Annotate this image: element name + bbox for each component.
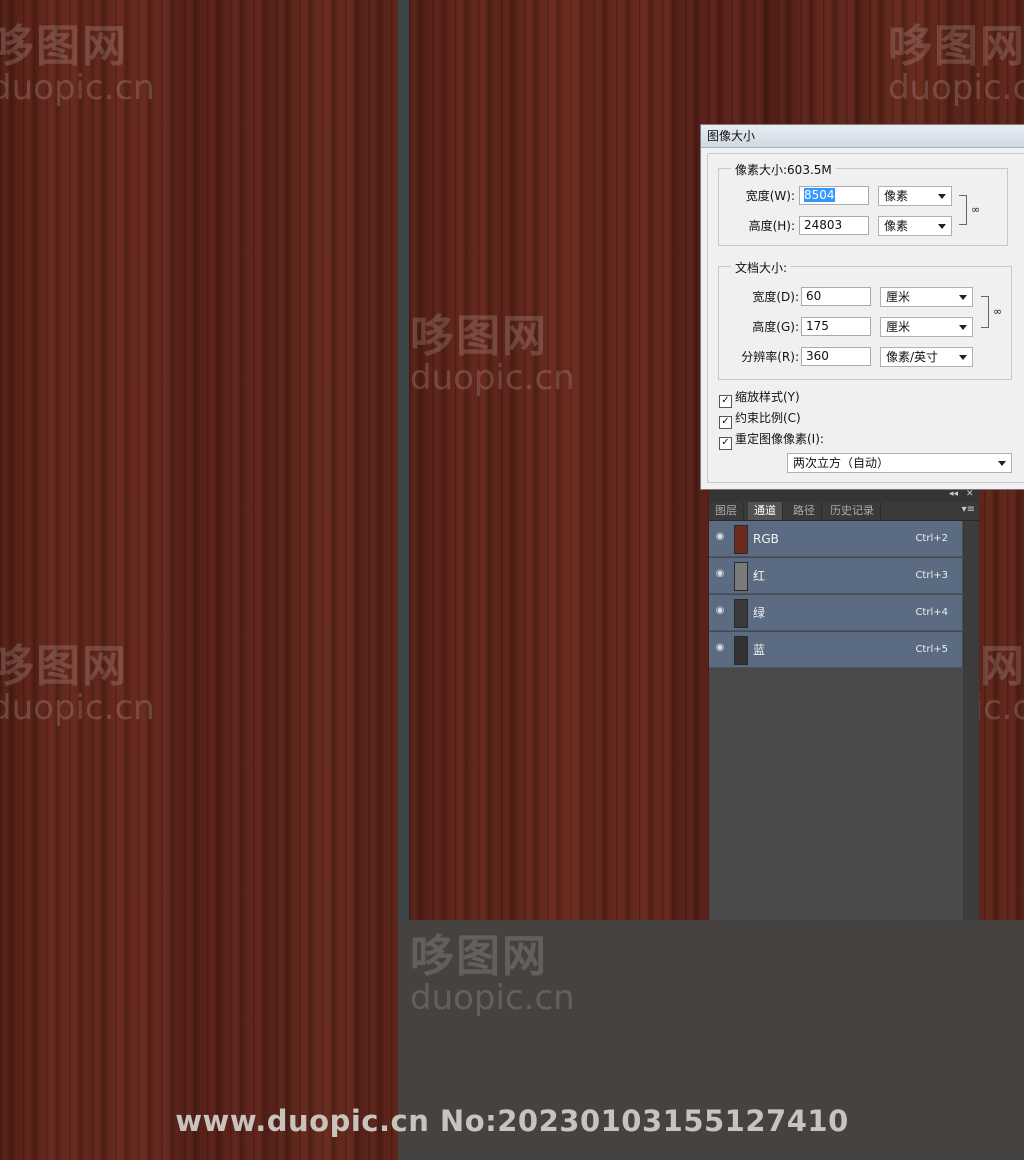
doc-height-unit-select[interactable]: 厘米: [880, 317, 973, 337]
checkmark-icon: ✓: [719, 395, 732, 408]
channel-row-rgb[interactable]: ◉ RGB Ctrl+2: [709, 521, 962, 557]
pixel-size-group: 像素大小:603.5M 宽度(W): 8504 像素 高度(H): 24803 …: [718, 161, 1008, 246]
chain-link-icon: ∞: [993, 305, 1003, 318]
dialog-titlebar[interactable]: 图像大小: [701, 125, 1024, 148]
tab-history[interactable]: 历史记录: [824, 502, 881, 520]
chevron-down-icon: [938, 194, 946, 199]
resolution-input[interactable]: 360: [801, 347, 871, 366]
chevron-down-icon: [938, 224, 946, 229]
resolution-unit-select[interactable]: 像素/英寸: [880, 347, 973, 367]
doc-height-label: 高度(G):: [752, 320, 799, 334]
image-size-dialog: 图像大小 像素大小:603.5M 宽度(W): 8504 像素 高度(H): 2…: [700, 124, 1024, 490]
pixel-width-input[interactable]: 8504: [799, 186, 869, 205]
dialog-body: 像素大小:603.5M 宽度(W): 8504 像素 高度(H): 24803 …: [707, 153, 1024, 483]
chain-link-icon: ∞: [971, 203, 981, 216]
link-bracket: [959, 195, 967, 225]
document-size-legend: 文档大小:: [731, 259, 792, 276]
pixel-height-unit-select[interactable]: 像素: [878, 216, 952, 236]
channel-thumbnail: [734, 636, 748, 665]
constrain-proportions-checkbox[interactable]: ✓ 约束比例(C): [719, 410, 801, 429]
channel-shortcut: Ctrl+2: [915, 533, 948, 544]
channel-row-blue[interactable]: ◉ 蓝 Ctrl+5: [709, 632, 962, 668]
channel-thumbnail: [734, 562, 748, 591]
doc-height-input[interactable]: 175: [801, 317, 871, 336]
watermark-footer: www.duopic.cn No:20230103155127410: [175, 1104, 849, 1138]
panel-scrollbar[interactable]: [963, 521, 979, 920]
tab-layers[interactable]: 图层: [709, 502, 744, 520]
close-panel-icon[interactable]: ✕: [966, 489, 974, 499]
pixel-height-input[interactable]: 24803: [799, 216, 869, 235]
channel-shortcut: Ctrl+5: [915, 644, 948, 655]
doc-width-unit-select[interactable]: 厘米: [880, 287, 973, 307]
collapse-panel-icon[interactable]: ◂◂: [949, 489, 958, 499]
panel-tabs: 图层 通道 路径 历史记录 ▾≡: [709, 502, 979, 521]
resolution-label: 分辨率(R):: [741, 350, 799, 364]
eye-icon[interactable]: ◉: [715, 569, 725, 579]
link-bracket: [981, 296, 989, 328]
chevron-down-icon: [959, 295, 967, 300]
panel-menu-icon[interactable]: ▾≡: [962, 504, 975, 515]
canvas-wood-left: [0, 0, 398, 1160]
channel-shortcut: Ctrl+3: [915, 570, 948, 581]
dialog-title: 图像大小: [707, 129, 756, 143]
chevron-down-icon: [959, 355, 967, 360]
document-size-group: 文档大小: 宽度(D): 60 厘米 高度(G): 175 厘米 分辨率(R):…: [718, 259, 1012, 380]
pixel-height-label: 高度(H):: [748, 219, 795, 233]
eye-icon[interactable]: ◉: [715, 532, 725, 542]
pixel-size-legend: 像素大小:603.5M: [731, 161, 836, 178]
channel-name: 红: [753, 569, 766, 583]
pixel-width-unit-select[interactable]: 像素: [878, 186, 952, 206]
pixel-width-label: 宽度(W):: [745, 189, 795, 203]
tab-channels[interactable]: 通道: [748, 502, 783, 520]
channel-name: 蓝: [753, 643, 766, 657]
panel-header-strip: ◂◂ ✕: [709, 489, 979, 502]
resample-method-select[interactable]: 两次立方（自动）: [787, 453, 1012, 473]
channel-shortcut: Ctrl+4: [915, 607, 948, 618]
doc-width-label: 宽度(D):: [752, 290, 799, 304]
checkmark-icon: ✓: [719, 437, 732, 450]
eye-icon[interactable]: ◉: [715, 606, 725, 616]
chevron-down-icon: [998, 461, 1006, 466]
channel-row-green[interactable]: ◉ 绿 Ctrl+4: [709, 595, 962, 631]
channels-panel: 图层 通道 路径 历史记录 ▾≡ ◉ RGB Ctrl+2 ◉ 红 Ctrl+3…: [709, 502, 979, 920]
canvas-divider: [398, 0, 409, 920]
channel-name: RGB: [753, 532, 779, 546]
channel-name: 绿: [753, 606, 766, 620]
channel-row-red[interactable]: ◉ 红 Ctrl+3: [709, 558, 962, 594]
eye-icon[interactable]: ◉: [715, 643, 725, 653]
checkmark-icon: ✓: [719, 416, 732, 429]
tab-paths[interactable]: 路径: [787, 502, 822, 520]
channel-thumbnail: [734, 525, 748, 554]
scale-styles-checkbox[interactable]: ✓ 缩放样式(Y): [719, 389, 800, 408]
doc-width-input[interactable]: 60: [801, 287, 871, 306]
chevron-down-icon: [959, 325, 967, 330]
resample-checkbox[interactable]: ✓ 重定图像像素(I):: [719, 431, 824, 450]
channel-thumbnail: [734, 599, 748, 628]
